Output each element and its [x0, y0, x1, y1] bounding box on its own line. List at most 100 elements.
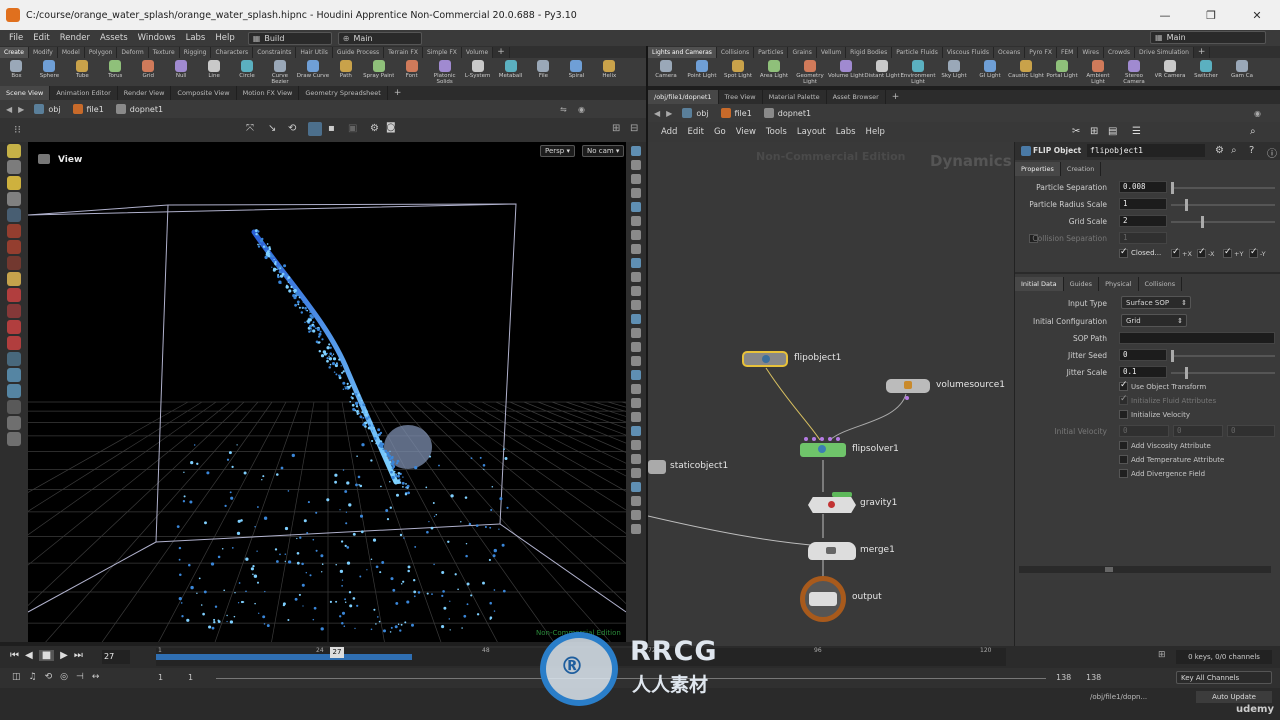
- info-icon[interactable]: ⓘ: [1267, 145, 1277, 160]
- shelf-left-tab-8[interactable]: Constraints: [253, 47, 297, 58]
- viewport-option-icon-1[interactable]: [631, 160, 641, 170]
- crumb-dopnet1[interactable]: dopnet1: [763, 108, 811, 118]
- view-mode-icon[interactable]: [308, 122, 322, 136]
- shelf-left-tool-16[interactable]: File: [527, 58, 560, 79]
- menu-labs[interactable]: Labs: [181, 33, 211, 43]
- net-menu-labs[interactable]: Labs: [831, 127, 861, 137]
- shelf-left-tab-13[interactable]: Volume: [461, 47, 494, 58]
- input-type-dropdown[interactable]: Surface SOP ⇕: [1121, 296, 1191, 309]
- left-tool-icon-14[interactable]: [7, 368, 21, 382]
- audio-icon[interactable]: ♫: [29, 672, 37, 682]
- right-pane-tab-0[interactable]: /obj/file1/dopnet1: [648, 90, 719, 104]
- shelf-left-tool-0[interactable]: Box: [0, 58, 33, 79]
- shelf-left-tool-12[interactable]: Font: [395, 58, 428, 79]
- maximize-button[interactable]: ❐: [1188, 0, 1234, 30]
- crumb-dopnet1[interactable]: dopnet1: [115, 104, 163, 114]
- add-temperature-checkbox[interactable]: [1119, 455, 1128, 464]
- jump-start-icon[interactable]: ⏮: [10, 650, 19, 661]
- shelf-left-tool-7[interactable]: Circle: [231, 58, 264, 79]
- shelf-left-tool-4[interactable]: Grid: [132, 58, 165, 79]
- node-name-field[interactable]: flipobject1: [1087, 144, 1205, 157]
- shelf-right-tool-15[interactable]: Switcher: [1188, 58, 1224, 79]
- left-pane-tab-4[interactable]: Motion FX View: [237, 86, 300, 100]
- net-menu-go[interactable]: Go: [709, 127, 731, 137]
- shelf-left-tab-3[interactable]: Polygon: [84, 47, 118, 58]
- menu-windows[interactable]: Windows: [133, 33, 181, 43]
- shelf-right-tool-12[interactable]: Ambient Light: [1080, 58, 1116, 85]
- viewport-option-icon-12[interactable]: [631, 314, 641, 324]
- grid-menu-icon[interactable]: ⁝⁝: [14, 123, 21, 136]
- grid-scale-slider[interactable]: [1171, 216, 1275, 228]
- shelf-left-tab-5[interactable]: Texture: [148, 47, 180, 58]
- shelf-left-add-tab-icon[interactable]: +: [493, 47, 510, 58]
- particle-separation-slider[interactable]: [1171, 182, 1275, 194]
- shelf-left-tab-7[interactable]: Characters: [211, 47, 254, 58]
- viewport-option-icon-6[interactable]: [631, 230, 641, 240]
- play-forward-icon[interactable]: ▶: [60, 650, 68, 661]
- crumb-file1[interactable]: file1: [720, 108, 752, 118]
- node-gravity1[interactable]: [808, 497, 856, 513]
- left-tool-icon-6[interactable]: [7, 240, 21, 254]
- viewport-3d[interactable]: View Non-Commercial Edition Persp ▾ No c…: [28, 142, 626, 642]
- shelf-right-tool-0[interactable]: Camera: [648, 58, 684, 79]
- left-tool-icon-4[interactable]: [7, 208, 21, 222]
- viewport-option-icon-17[interactable]: [631, 384, 641, 394]
- jitter-seed-field[interactable]: 0: [1119, 349, 1167, 361]
- shelf-right-tool-13[interactable]: Stereo Camera: [1116, 58, 1152, 85]
- shelf-right-tab-12[interactable]: Crowds: [1103, 47, 1136, 58]
- left-tool-icon-18[interactable]: [7, 432, 21, 446]
- shelf-right-tab-9[interactable]: Pyro FX: [1025, 47, 1057, 58]
- net-menu-help[interactable]: Help: [861, 127, 890, 137]
- use-object-transform-checkbox[interactable]: [1119, 380, 1128, 391]
- shelf-right-tool-9[interactable]: GI Light: [972, 58, 1008, 79]
- context-dropdown[interactable]: ⊕ Main: [337, 31, 422, 45]
- node-volumesource1[interactable]: [886, 379, 930, 393]
- shelf-right-tab-8[interactable]: Oceans: [993, 47, 1026, 58]
- left-tool-icon-0[interactable]: [7, 144, 21, 158]
- right-pane-tab-1[interactable]: Tree View: [719, 90, 763, 104]
- node-output[interactable]: [800, 576, 846, 622]
- range-start-visible[interactable]: 1: [188, 673, 193, 682]
- playhead-marker[interactable]: 27: [330, 647, 344, 658]
- shelf-right-tool-1[interactable]: Point Light: [684, 58, 720, 79]
- particle-radius-slider[interactable]: [1171, 199, 1275, 211]
- play-backward-icon[interactable]: ◀: [25, 650, 33, 661]
- slider-knob[interactable]: [1185, 367, 1188, 379]
- shelf-right-tab-7[interactable]: Viscous Fluids: [942, 47, 994, 58]
- stop-icon[interactable]: ■: [38, 650, 55, 661]
- net-menu-view[interactable]: View: [731, 127, 761, 137]
- net-menu-tools[interactable]: Tools: [761, 127, 792, 137]
- range-icon[interactable]: ↔: [92, 672, 100, 682]
- shelf-left-tab-4[interactable]: Deform: [117, 47, 149, 58]
- shelf-left-tab-2[interactable]: Model: [57, 47, 85, 58]
- particle-radius-field[interactable]: 1: [1119, 198, 1167, 210]
- particle-separation-field[interactable]: 0.008: [1119, 181, 1167, 193]
- viewport-option-icon-18[interactable]: [631, 398, 641, 408]
- crumb-obj[interactable]: obj: [682, 108, 709, 118]
- shelf-right-tool-4[interactable]: Geometry Light: [792, 58, 828, 85]
- viewport-option-icon-14[interactable]: [631, 342, 641, 352]
- shelf-right-tab-0[interactable]: Lights and Cameras: [648, 47, 717, 58]
- shelf-left-tool-10[interactable]: Path: [329, 58, 362, 79]
- shelf-right-tab-1[interactable]: Collisions: [716, 47, 755, 58]
- shelf-right-tab-3[interactable]: Grains: [788, 47, 817, 58]
- range-end-visible[interactable]: 138: [1056, 673, 1071, 682]
- viewport-option-icon-2[interactable]: [631, 174, 641, 184]
- shelf-right-tool-7[interactable]: Environment Light: [900, 58, 936, 85]
- slider-knob[interactable]: [1171, 350, 1174, 362]
- left-tool-icon-5[interactable]: [7, 224, 21, 238]
- key-icon[interactable]: ⊞: [1158, 650, 1166, 660]
- close-button[interactable]: ✕: [1234, 0, 1280, 30]
- viewport-option-icon-26[interactable]: [631, 510, 641, 520]
- shelf-right-tool-16[interactable]: Gam Ca: [1224, 58, 1260, 79]
- viewport-option-icon-27[interactable]: [631, 524, 641, 534]
- init-fluid-attrs-checkbox[interactable]: [1119, 394, 1128, 405]
- viewport-option-icon-15[interactable]: [631, 356, 641, 366]
- shelf-right-tab-4[interactable]: Vellum: [816, 47, 847, 58]
- step-icon[interactable]: ⊣: [76, 672, 84, 682]
- jitter-scale-slider[interactable]: [1171, 367, 1275, 379]
- realtime-icon[interactable]: ◫: [12, 672, 21, 682]
- initial-velocity-x[interactable]: 0: [1119, 425, 1169, 437]
- node-staticobject1[interactable]: [648, 460, 666, 474]
- slider-knob[interactable]: [1185, 199, 1188, 211]
